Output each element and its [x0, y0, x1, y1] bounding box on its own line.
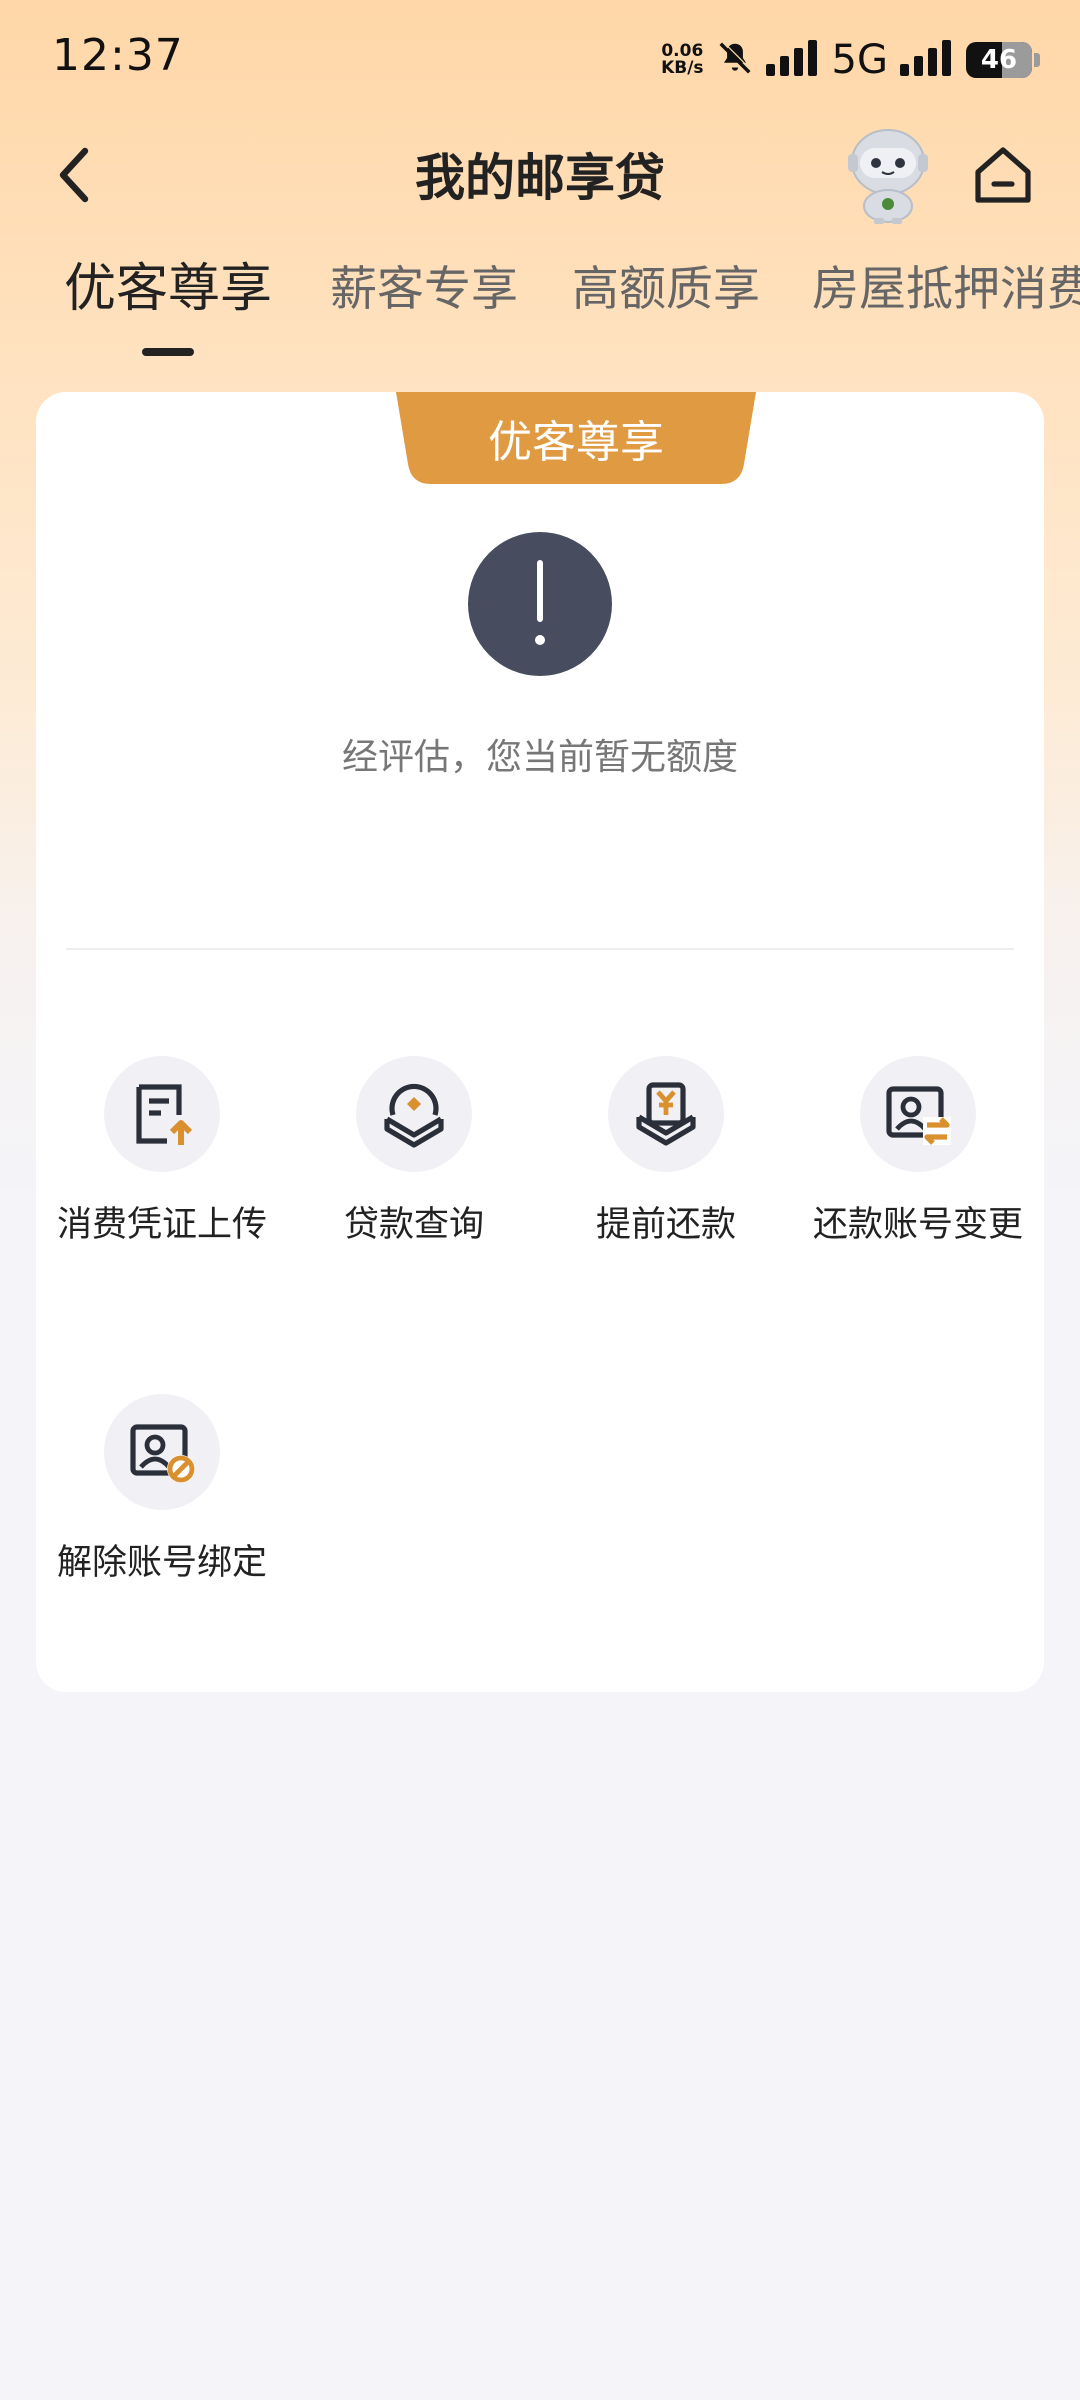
card-badge: 优客尊享: [396, 392, 756, 484]
exclamation-icon: [468, 532, 612, 676]
divider: [66, 948, 1014, 950]
tab-xinke[interactable]: 薪客专享: [330, 250, 518, 319]
tab-youke[interactable]: 优客尊享: [64, 250, 272, 321]
account-unbind-icon: [104, 1394, 220, 1510]
action-loan-query[interactable]: 贷款查询: [294, 1056, 534, 1247]
status-time: 12:37: [52, 30, 184, 81]
loan-tabs: 优客尊享 薪客专享 高额质享 房屋抵押消费: [0, 250, 1080, 360]
account-change-icon: [860, 1056, 976, 1172]
tab-mortgage[interactable]: 房屋抵押消费: [812, 250, 1080, 319]
signal-icon: [900, 40, 954, 80]
signal-icon: [765, 40, 820, 80]
action-voucher-upload[interactable]: 消费凭证上传: [42, 1056, 282, 1247]
home-icon: [975, 147, 1031, 203]
action-label: 提前还款: [595, 1205, 736, 1245]
loan-query-icon: [356, 1056, 472, 1172]
battery-icon: 46: [966, 42, 1040, 78]
action-early-repayment[interactable]: 提前还款: [546, 1056, 786, 1247]
battery-level: 46: [980, 45, 1018, 75]
app-header: 我的邮享贷: [0, 120, 1080, 230]
network-type: 5G: [831, 37, 888, 83]
action-label: 解除账号绑定: [56, 1543, 267, 1583]
early-repayment-icon: [608, 1056, 724, 1172]
action-label: 贷款查询: [343, 1205, 484, 1245]
loan-card: 优客尊享 经评估，您当前暂无额度 消费凭证上传 贷款查询 提前还款 还款账号变更…: [36, 392, 1044, 1692]
robot-assistant-icon[interactable]: [838, 120, 938, 224]
net-speed-unit: KB/s: [661, 58, 704, 78]
status-bar: 12:37 0.06 KB/s 5G 46: [0, 0, 1080, 120]
action-label: 还款账号变更: [812, 1205, 1023, 1245]
battery-tip: [1034, 53, 1040, 67]
mute-icon: [716, 39, 754, 81]
tab-gaoe[interactable]: 高额质享: [572, 250, 760, 319]
status-icons: 0.06 KB/s 5G 46: [661, 36, 1040, 84]
action-label: 消费凭证上传: [56, 1205, 267, 1245]
voucher-upload-icon: [104, 1056, 220, 1172]
tab-active-indicator: [142, 348, 194, 356]
no-credit-message: 经评估，您当前暂无额度: [341, 737, 738, 778]
card-badge-label: 优客尊享: [488, 417, 664, 468]
battery: 46: [966, 42, 1032, 78]
action-account-unbind[interactable]: 解除账号绑定: [42, 1394, 282, 1585]
net-speed: 0.06 KB/s: [661, 43, 703, 77]
home-button[interactable]: [966, 138, 1040, 212]
action-account-change[interactable]: 还款账号变更: [798, 1056, 1038, 1247]
